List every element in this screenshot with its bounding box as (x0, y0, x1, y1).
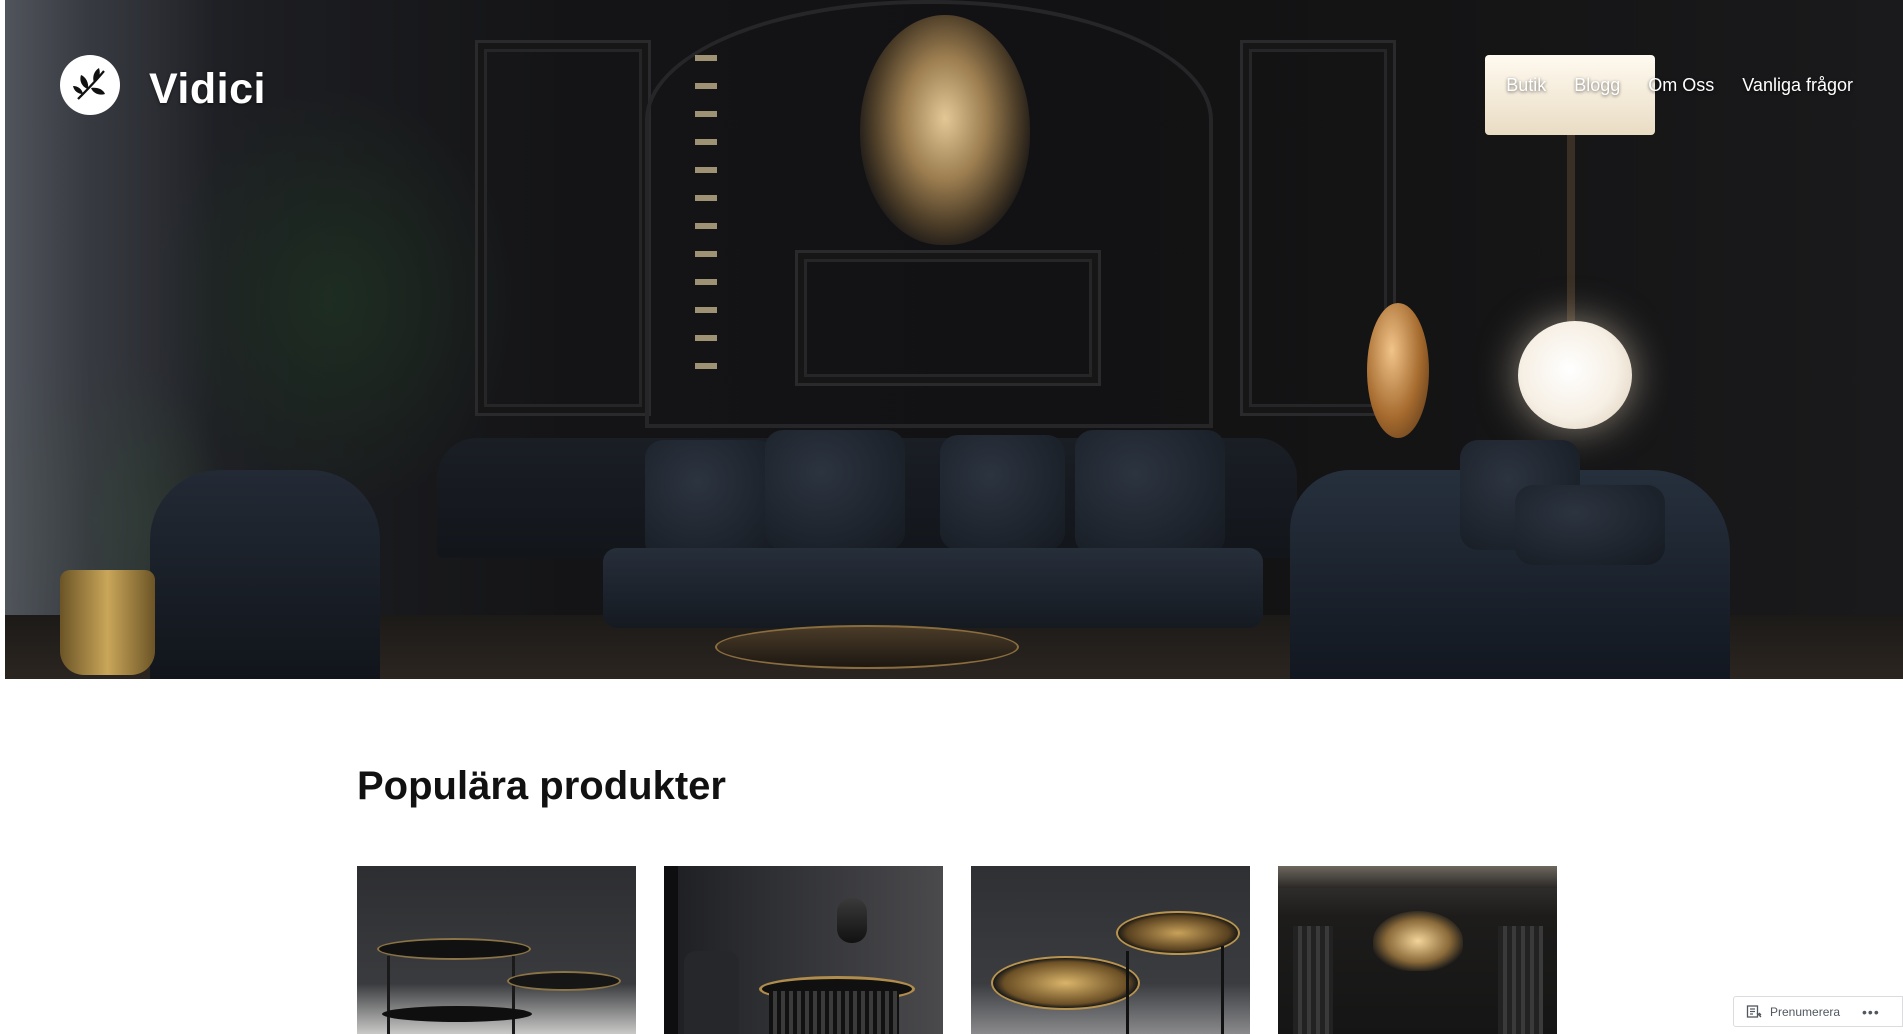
wall-panel (1498, 926, 1543, 1034)
gold-vase (1367, 303, 1429, 438)
leaf-branch-icon (65, 60, 115, 110)
wall-panel (795, 250, 1101, 386)
subscribe-label: Prenumerera (1770, 1004, 1841, 1019)
wall-panel (475, 40, 651, 416)
table-leg (1221, 946, 1224, 1034)
subscribe-reader-icon (1746, 1004, 1762, 1018)
coffee-table (715, 625, 1019, 669)
table-base (769, 991, 899, 1034)
table-top (377, 938, 531, 960)
glowing-lamp-globe (1518, 321, 1632, 429)
subscribe-bar: Prenumerera ••• (1733, 996, 1903, 1027)
chair (684, 951, 739, 1034)
sofa-cushion (1075, 430, 1225, 555)
site-title[interactable]: Vidici (149, 68, 266, 111)
wall-panel (1293, 926, 1333, 1034)
section-title: Populära produkter (357, 764, 726, 808)
table-lamp (837, 898, 867, 943)
product-card-chandelier-room[interactable] (1278, 866, 1557, 1034)
hero-image (5, 0, 1903, 679)
nav-item-om-oss[interactable]: Om Oss (1648, 74, 1714, 96)
armchair-cushion (1515, 485, 1665, 565)
nav-item-vanliga-fragor[interactable]: Vanliga frågor (1742, 74, 1853, 96)
table-top (507, 971, 621, 991)
table-leg (512, 956, 515, 1034)
gold-planter (60, 570, 155, 675)
primary-navigation: Butik Blogg Om Oss Vanliga frågor (1506, 74, 1853, 96)
chandelier (1373, 911, 1463, 971)
more-options-button[interactable]: ••• (1862, 1004, 1880, 1020)
sofa-cushion (940, 435, 1065, 550)
ceiling (1278, 866, 1557, 888)
chandelier (860, 15, 1030, 245)
floor-lamp-stem (1567, 135, 1575, 325)
product-grid (357, 866, 1557, 1034)
tray-table (991, 956, 1140, 1010)
product-card-gold-tray-tables[interactable] (971, 866, 1250, 1034)
site-logo[interactable] (60, 55, 120, 115)
product-card-round-table[interactable] (664, 866, 943, 1034)
table-shelf (382, 1006, 532, 1022)
door-frame (664, 866, 678, 1034)
table-leg (1126, 951, 1129, 1034)
sofa-seat (603, 548, 1263, 628)
subscribe-button[interactable]: Prenumerera (1746, 1004, 1840, 1020)
table-leg (387, 956, 390, 1034)
sofa-cushion (645, 440, 775, 560)
nav-item-blogg[interactable]: Blogg (1574, 74, 1620, 96)
sofa-cushion (765, 430, 905, 550)
string-lights (695, 55, 717, 385)
product-card-side-tables[interactable] (357, 866, 636, 1034)
left-armchair (150, 470, 380, 679)
nav-item-butik[interactable]: Butik (1506, 74, 1546, 96)
